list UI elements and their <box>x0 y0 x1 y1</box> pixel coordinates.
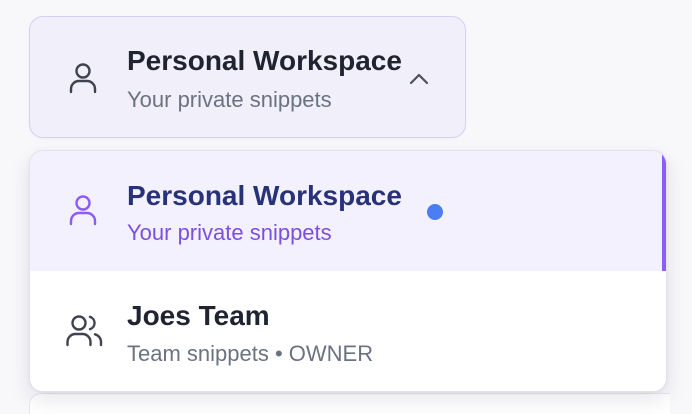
workspace-option-subtitle: Your private snippets <box>127 220 332 245</box>
workspace-option-title: Joes Team <box>127 300 270 331</box>
selected-indicator-dot <box>427 204 443 220</box>
workspace-switcher-button[interactable]: Personal Workspace Your private snippets <box>29 16 466 138</box>
workspace-option-title: Personal Workspace <box>127 180 402 211</box>
chevron-up-icon <box>408 68 430 90</box>
workspace-option-joes-team[interactable]: Joes Team Team snippets • OWNER <box>30 271 666 391</box>
user-icon <box>66 193 100 227</box>
workspace-option-personal[interactable]: Personal Workspace Your private snippets <box>30 151 666 271</box>
user-icon <box>66 61 100 95</box>
workspace-option-subtitle: Team snippets • OWNER <box>127 341 374 366</box>
workspace-dropdown-menu: Personal Workspace Your private snippets… <box>29 150 667 392</box>
current-workspace-title: Personal Workspace <box>127 45 402 76</box>
users-icon <box>66 313 103 347</box>
current-workspace-subtitle: Your private snippets <box>127 87 332 112</box>
